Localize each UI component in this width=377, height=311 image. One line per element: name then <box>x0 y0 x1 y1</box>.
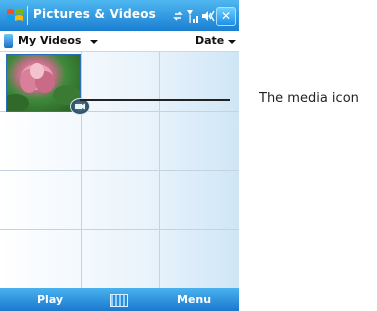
softkey-bar: Play Menu <box>0 288 239 311</box>
menu-softkey[interactable]: Menu <box>177 293 211 306</box>
play-softkey[interactable]: Play <box>37 293 63 306</box>
grid-divider <box>0 229 239 230</box>
folder-icon <box>4 34 13 48</box>
callout-label: The media icon <box>259 91 359 106</box>
callout-line <box>80 99 230 101</box>
thumbnail-grid <box>0 52 239 288</box>
title-separator <box>27 6 28 25</box>
connectivity-icon[interactable] <box>173 11 183 21</box>
lotus-flower-image <box>7 63 80 111</box>
signal-icon[interactable] <box>187 10 198 23</box>
folder-dropdown[interactable]: My Videos <box>18 34 81 47</box>
pocketpc-screen: Pictures & Videos ✕ My Videos Date Play … <box>0 0 239 311</box>
keyboard-icon[interactable] <box>110 294 128 307</box>
window-title: Pictures & Videos <box>33 7 157 21</box>
sort-dropdown[interactable]: Date <box>195 34 224 47</box>
folder-sort-bar: My Videos Date <box>0 31 239 52</box>
chevron-down-icon[interactable] <box>90 40 98 44</box>
grid-divider <box>0 170 239 171</box>
volume-icon[interactable] <box>202 10 215 22</box>
title-bar: Pictures & Videos ✕ <box>0 0 239 31</box>
windows-start-icon[interactable] <box>5 6 25 26</box>
chevron-down-icon[interactable] <box>228 40 236 44</box>
close-button[interactable]: ✕ <box>216 7 236 26</box>
status-icons[interactable] <box>173 6 217 26</box>
